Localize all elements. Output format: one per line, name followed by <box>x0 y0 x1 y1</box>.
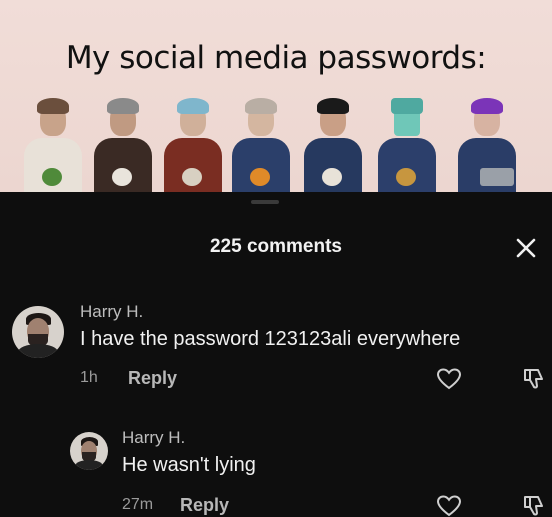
close-button[interactable] <box>512 234 540 262</box>
meme-title: My social media passwords: <box>65 40 487 76</box>
figure-1 <box>20 96 84 192</box>
heart-icon[interactable] <box>436 493 462 517</box>
comments-sheet: 225 comments Harry H. I have the passwor… <box>0 192 552 517</box>
comment-time: 1h <box>80 369 98 386</box>
dislike-icon[interactable] <box>522 366 548 392</box>
heart-icon[interactable] <box>436 366 462 392</box>
comment-username[interactable]: Harry H. <box>122 428 185 448</box>
dislike-icon[interactable] <box>522 493 548 517</box>
figure-6 <box>374 96 438 192</box>
sheet-grabber[interactable] <box>251 200 279 204</box>
meme-image: My social media passwords: <box>0 0 552 192</box>
comment-text: He wasn't lying <box>122 454 256 476</box>
figure-2 <box>90 96 154 192</box>
reply-button[interactable]: Reply <box>180 495 229 516</box>
meme-figures <box>20 96 550 192</box>
comment-time: 27m <box>122 496 154 513</box>
figure-4 <box>228 96 292 192</box>
figure-5 <box>300 96 364 192</box>
close-icon <box>516 238 536 258</box>
reply-button[interactable]: Reply <box>128 368 177 389</box>
figure-7 <box>454 96 518 192</box>
comment-text: I have the password 123123ali everywhere <box>80 328 461 350</box>
avatar[interactable] <box>70 432 108 470</box>
comment-username[interactable]: Harry H. <box>80 302 143 322</box>
avatar[interactable] <box>12 306 64 358</box>
comments-count-title: 225 comments <box>209 236 342 257</box>
figure-3 <box>160 96 224 192</box>
